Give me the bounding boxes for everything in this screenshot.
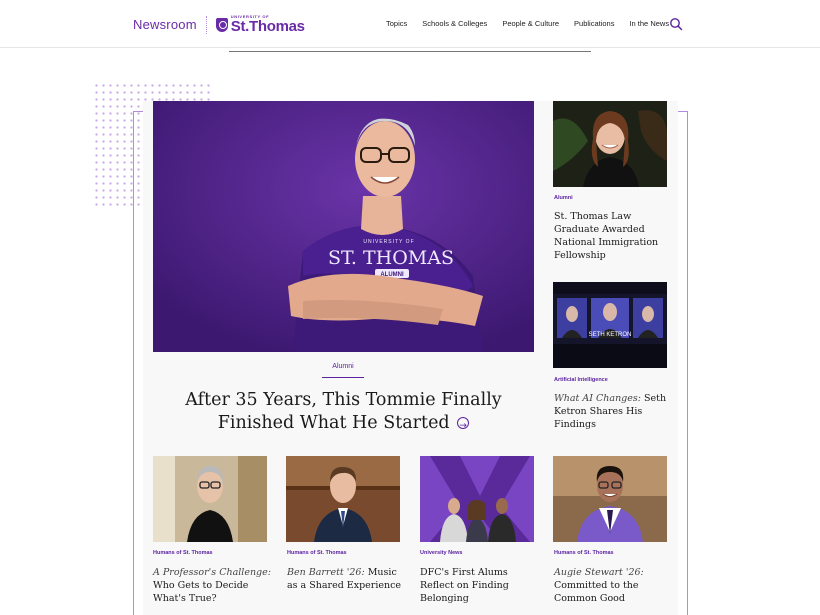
story-title[interactable]: A Professor's Challenge: Who Gets to Dec…	[153, 566, 271, 605]
story-image-law-graduate[interactable]	[553, 101, 667, 187]
story-category[interactable]: University News	[420, 550, 463, 556]
story-category[interactable]: Humans of St. Thomas	[153, 550, 213, 556]
section-divider	[229, 51, 591, 52]
main-nav: Topics Schools & Colleges People & Cultu…	[386, 19, 684, 28]
story-title[interactable]: St. Thomas Law Graduate Awarded National…	[554, 210, 672, 262]
hero-headline[interactable]: After 35 Years, This Tommie Finally Fini…	[153, 389, 534, 438]
story-image-ben-barrett[interactable]	[286, 456, 400, 542]
story-image-dfc-alums[interactable]	[420, 456, 534, 542]
story-category[interactable]: Humans of St. Thomas	[287, 550, 347, 556]
arrow-right-icon[interactable]	[457, 415, 470, 438]
nav-people-culture[interactable]: People & Culture	[502, 19, 559, 28]
story-image-professor[interactable]	[153, 456, 267, 542]
story-title[interactable]: DFC's First Alums Reflect on Finding Bel…	[420, 566, 538, 605]
hero-image[interactable]: UNIVERSITY OF ST. THOMAS ALUMNI	[153, 101, 534, 352]
shirt-text-small: UNIVERSITY OF	[363, 239, 414, 245]
nav-schools-colleges[interactable]: Schools & Colleges	[422, 19, 487, 28]
story-image-ai-changes[interactable]: SETH KETRON	[553, 282, 667, 368]
story-category[interactable]: Alumni	[554, 195, 573, 201]
nav-topics[interactable]: Topics	[386, 19, 407, 28]
newsroom-link[interactable]: Newsroom	[133, 17, 197, 32]
story-category[interactable]: Humans of St. Thomas	[554, 550, 614, 556]
nav-publications[interactable]: Publications	[574, 19, 614, 28]
st-thomas-logo[interactable]: UNIVERSITY OF St.Thomas	[215, 15, 305, 35]
nav-in-the-news[interactable]: In the News	[629, 19, 669, 28]
story-category[interactable]: Artificial Intelligence	[554, 377, 608, 383]
site-header: Newsroom UNIVERSITY OF St.Thomas Topics …	[0, 0, 820, 48]
story-title[interactable]: What AI Changes: Seth Ketron Shares His …	[554, 392, 672, 431]
brand-divider	[205, 15, 207, 34]
logo-name: St.Thomas	[230, 18, 305, 35]
brand[interactable]: Newsroom UNIVERSITY OF St.Thomas	[133, 15, 305, 35]
shirt-text-main: ST. THOMAS	[328, 247, 454, 269]
screen-caption: SETH KETRON	[589, 332, 632, 338]
story-title[interactable]: Ben Barrett '26: Music as a Shared Exper…	[287, 566, 405, 592]
search-icon[interactable]	[669, 17, 683, 31]
story-image-augie-stewart[interactable]	[553, 456, 667, 542]
hero-category-link[interactable]: Alumni	[322, 363, 364, 378]
story-title[interactable]: Augie Stewart '26: Committed to the Comm…	[554, 566, 672, 605]
shield-icon	[215, 17, 228, 32]
